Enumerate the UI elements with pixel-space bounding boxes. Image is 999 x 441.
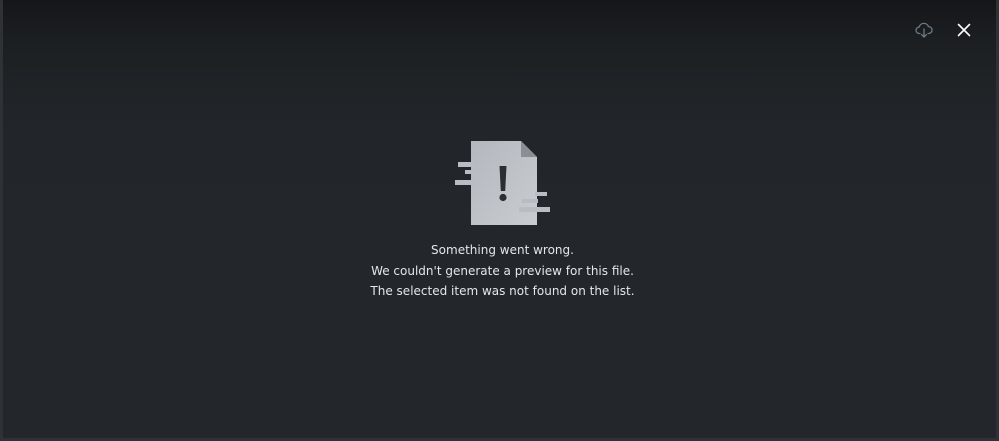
error-title: Something went wrong. [431,243,574,257]
file-preview-viewer: Something went wrong. We couldn't genera… [0,0,999,441]
error-detail-not-found: The selected item was not found on the l… [370,284,635,298]
viewer-toolbar [908,14,980,46]
error-detail-preview: We couldn't generate a preview for this … [371,263,634,278]
cloud-download-icon [915,22,933,38]
download-button[interactable] [908,14,940,46]
file-error-icon [455,141,550,225]
error-message: Something went wrong. We couldn't genera… [3,240,999,302]
close-button[interactable] [948,14,980,46]
close-icon [957,23,971,37]
